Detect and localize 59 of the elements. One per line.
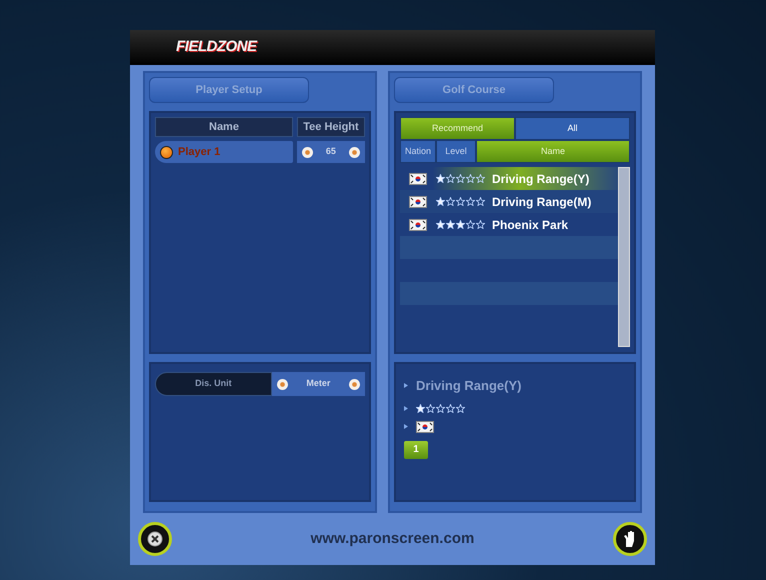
filled-star-icon bbox=[436, 197, 445, 206]
column-header[interactable]: Name bbox=[476, 140, 630, 163]
outline-star-icon bbox=[436, 404, 445, 412]
close-icon bbox=[147, 531, 163, 547]
column-header[interactable]: Nation bbox=[400, 140, 436, 163]
outline-star-icon bbox=[446, 174, 455, 183]
bullet-icon bbox=[404, 406, 408, 410]
distance-unit-control[interactable]: Meter bbox=[272, 372, 365, 396]
flag-icon bbox=[409, 196, 427, 208]
filled-star-icon bbox=[446, 220, 455, 229]
distance-unit-label: Dis. Unit bbox=[155, 372, 272, 396]
outline-star-icon bbox=[466, 174, 475, 183]
outline-star-icon bbox=[446, 197, 455, 206]
filter-tab[interactable]: Recommend bbox=[400, 117, 515, 140]
outline-star-icon bbox=[476, 220, 485, 229]
outline-star-icon bbox=[466, 220, 475, 229]
course-name: Driving Range(Y) bbox=[416, 377, 522, 395]
outline-star-icon bbox=[466, 197, 475, 206]
logo: FIELDZONE bbox=[176, 37, 256, 58]
outline-star-icon bbox=[456, 174, 465, 183]
flag-icon bbox=[409, 172, 427, 184]
outline-star-icon bbox=[456, 197, 465, 206]
bullet-icon bbox=[404, 424, 408, 429]
course-name: Driving Range(Y) bbox=[492, 170, 590, 188]
outline-star-icon bbox=[446, 404, 455, 412]
flag-icon bbox=[416, 420, 434, 432]
filled-star-icon bbox=[436, 174, 445, 183]
course-name: Phoenix Park bbox=[492, 216, 568, 234]
page-button[interactable]: 1 bbox=[404, 440, 428, 458]
outline-star-icon bbox=[476, 197, 485, 206]
scrollbar[interactable] bbox=[618, 167, 630, 347]
outline-star-icon bbox=[476, 174, 485, 183]
column-header: Tee Height bbox=[296, 117, 365, 137]
close-button[interactable] bbox=[138, 522, 172, 556]
filled-star-icon bbox=[416, 404, 425, 412]
bullet-icon bbox=[404, 383, 408, 388]
distance-unit-value: Meter bbox=[306, 377, 330, 390]
flag-icon bbox=[409, 218, 427, 230]
filled-star-icon bbox=[436, 220, 445, 229]
tee-height-control[interactable]: 65 bbox=[296, 141, 365, 163]
player-icon bbox=[160, 146, 173, 158]
decrease-button[interactable] bbox=[276, 378, 288, 390]
outline-star-icon bbox=[426, 404, 435, 412]
tee-height-value: 65 bbox=[326, 145, 336, 158]
column-header: Name bbox=[155, 117, 293, 137]
player-setup-tab[interactable]: Player Setup bbox=[149, 77, 309, 103]
player-name: Player 1 bbox=[178, 144, 220, 160]
website-url: www.paronscreen.com bbox=[310, 528, 474, 549]
filter-tab[interactable]: All bbox=[515, 117, 630, 140]
increase-button[interactable] bbox=[348, 378, 360, 390]
golf-course-tab[interactable]: Golf Course bbox=[394, 77, 554, 103]
outline-star-icon bbox=[456, 404, 465, 412]
column-header[interactable]: Level bbox=[436, 140, 476, 163]
filled-star-icon bbox=[456, 220, 465, 229]
decrease-button[interactable] bbox=[302, 146, 313, 158]
course-row[interactable]: Driving Range(M) bbox=[400, 190, 618, 213]
increase-button[interactable] bbox=[349, 146, 360, 158]
course-name: Driving Range(M) bbox=[492, 194, 592, 210]
ok-button[interactable] bbox=[612, 522, 647, 556]
